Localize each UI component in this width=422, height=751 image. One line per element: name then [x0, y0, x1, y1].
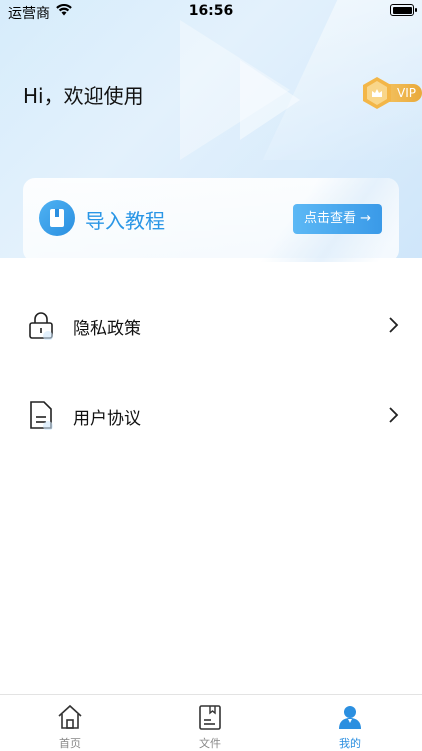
- menu-item-privacy-policy[interactable]: 隐私政策: [0, 290, 422, 360]
- battery-icon: [390, 4, 417, 16]
- status-bar: 运营商 16:56: [0, 0, 422, 24]
- home-icon: [58, 704, 82, 729]
- menu-item-label: 用户协议: [73, 409, 141, 429]
- tutorial-title: 导入教程: [85, 209, 165, 233]
- tab-files[interactable]: 文件: [180, 695, 240, 751]
- view-tutorial-button[interactable]: 点击查看 →: [293, 204, 382, 234]
- chevron-right-icon: [389, 407, 399, 423]
- import-tutorial-card[interactable]: 导入教程 点击查看 →: [23, 178, 399, 262]
- vip-badge[interactable]: VIP: [360, 76, 422, 110]
- user-icon: [339, 706, 361, 729]
- tab-label: 我的: [339, 737, 361, 750]
- document-icon: [30, 401, 53, 430]
- menu-item-label: 隐私政策: [73, 319, 141, 339]
- tab-label: 首页: [59, 737, 81, 750]
- bottom-tab-bar: 首页 文件 我的: [0, 694, 422, 751]
- file-icon: [199, 705, 221, 730]
- lock-icon: [29, 312, 53, 340]
- medal-icon: [363, 77, 391, 109]
- book-icon: [39, 200, 75, 236]
- tab-mine[interactable]: 我的: [320, 695, 380, 751]
- greeting-text: Hi，欢迎使用: [23, 84, 144, 108]
- tab-label: 文件: [199, 737, 221, 750]
- chevron-right-icon: [389, 317, 399, 333]
- menu-item-user-agreement[interactable]: 用户协议: [0, 380, 422, 450]
- tab-home[interactable]: 首页: [40, 695, 100, 751]
- clock: 16:56: [188, 3, 234, 19]
